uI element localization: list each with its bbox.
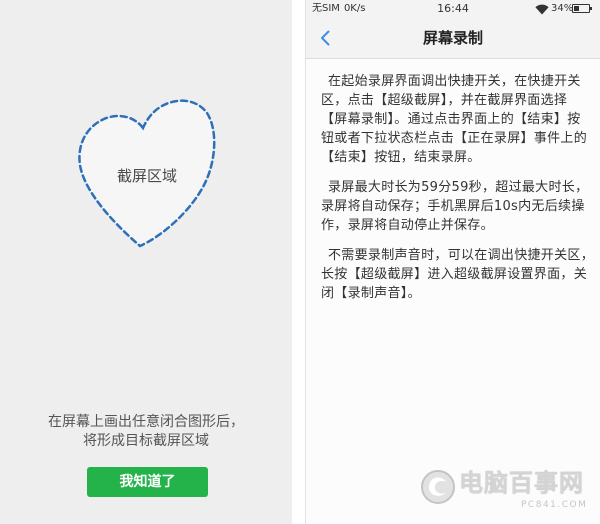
battery-fill [574,6,579,11]
screen-recording-help-page: 无SIM 0K/s 16:44 34% 屏幕录制 在起始录屏界面调出快捷开关，在快… [305,0,600,524]
help-text: 在起始录屏界面调出快捷开关，在快捷开关 区，点击【超级截屏】，并在截屏界面选择 … [321,72,600,314]
text-line: 闭【录制声音】。 [321,286,421,301]
help-content: 在起始录屏界面调出快捷开关，在快捷开关 区，点击【超级截屏】，并在截屏界面选择 … [306,59,600,524]
watermark-site: PC841.COM [521,500,588,510]
paragraph: 不需要录制声音时，可以在调出快捷开关区， 长按【超级截屏】进入超级截屏设置界面，… [321,246,600,303]
text-line: 区，点击【超级截屏】，并在截屏界面选择 [321,93,568,108]
hint-line: 将形成目标截屏区域 [83,433,209,449]
paragraph: 在起始录屏界面调出快捷开关，在快捷开关 区，点击【超级截屏】，并在截屏界面选择 … [321,72,600,167]
page-title: 屏幕录制 [422,29,483,47]
logo-icon [421,470,455,504]
watermark-name: 电脑百事网 [459,469,584,497]
screenshot-drawing-area[interactable]: 截屏区域 在屏幕上画出任意闭合图形后， 将形成目标截屏区域 我知道了 [0,0,292,524]
text-line: 【结束】按钮，结束录屏。 [321,150,481,165]
paragraph: 录屏最大时长为59分59秒，超过最大时长， 录屏将自动保存；手机黑屏后10s内无… [321,178,600,235]
battery-icon [572,4,592,13]
text-line: 录屏将自动保存；手机黑屏后10s内无后续操 [321,199,585,214]
wifi-icon [535,4,549,15]
hint-line: 在屏幕上画出任意闭合图形后， [48,414,244,430]
text-line: 【屏幕录制】。通过点击界面上的【结束】按 [321,112,581,127]
text-line: 作，录屏将自动停止并保存。 [321,218,494,233]
region-label: 截屏区域 [116,167,177,185]
confirm-button[interactable]: 我知道了 [87,467,208,497]
text-line: 钮或者下拉状态栏点击【正在录屏】事件上的 [321,131,588,146]
status-bar: 无SIM 0K/s 16:44 34% [306,0,600,18]
text-line: 录屏最大时长为59分59秒，超过最大时长， [328,180,589,195]
text-line: 长按【超级截屏】进入超级截屏设置界面，关 [321,267,588,282]
text-line: 不需要录制声音时，可以在调出快捷开关区， [328,248,595,263]
text-line: 在起始录屏界面调出快捷开关，在快捷开关 [328,74,581,89]
battery-percent: 34% [551,3,574,14]
page-header: 屏幕录制 [306,18,600,58]
battery-nub [590,7,592,10]
